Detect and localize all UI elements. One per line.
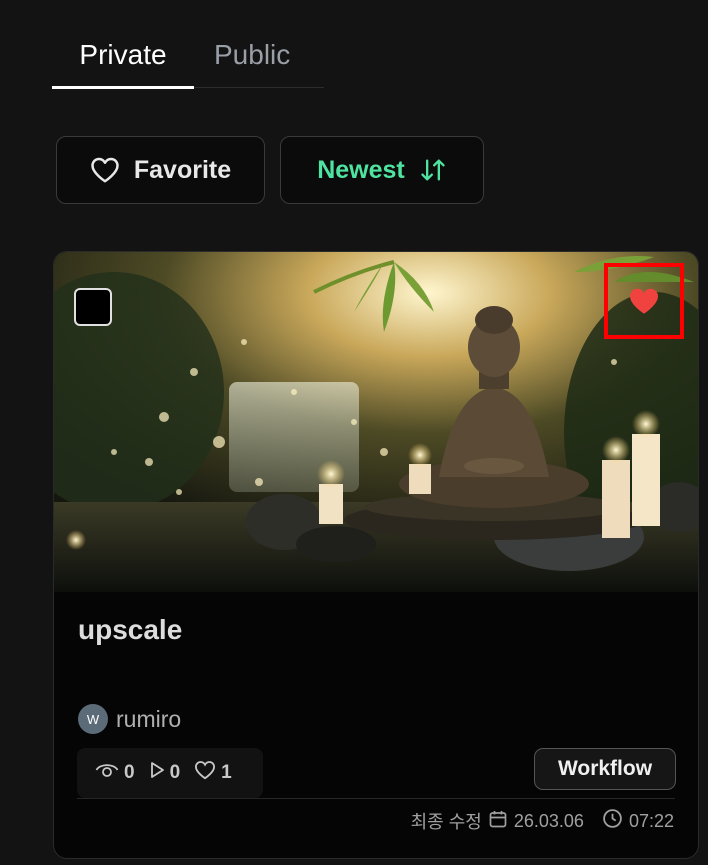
likes-stat: 1 [194,760,232,786]
sort-newest-button[interactable]: Newest [280,136,484,204]
sort-label: Newest [317,155,405,184]
sort-arrows-icon [419,156,447,184]
updated-label: 최종 수정 [410,812,482,832]
favorite-filter-label: Favorite [133,155,232,184]
tab-bar: Private Public [52,22,324,89]
author-link[interactable]: W rumiro [78,704,181,734]
card-thumbnail [54,252,698,592]
heart-filled-icon [628,286,660,316]
avatar: W [78,704,108,734]
updated-time: 07:22 [628,810,674,831]
updated-date: 26.03.06 [513,810,584,831]
author-name: rumiro [116,705,182,732]
divider [77,798,675,799]
eye-icon [95,760,119,786]
tab-public[interactable]: Public [214,22,290,88]
select-checkbox[interactable] [74,288,112,326]
heart-outline-icon [194,760,216,786]
workflow-badge[interactable]: Workflow [534,748,676,790]
views-count: 0 [124,762,135,783]
clock-icon [602,808,623,834]
likes-count: 1 [221,762,232,783]
runs-count: 0 [169,762,181,783]
workflow-card[interactable]: upscale W rumiro 0 0 1 Workflow 최종 수정 26… [53,251,699,859]
views-stat: 0 [95,760,135,786]
favorite-filter-button[interactable]: Favorite [56,136,265,204]
heart-outline-icon [90,156,120,184]
updated-meta: 최종 수정 26.03.06 07:22 [411,808,674,834]
play-icon [149,761,165,785]
calendar-icon [488,809,508,834]
runs-stat: 0 [149,761,181,785]
favorite-toggle-button[interactable] [604,263,684,339]
tab-private[interactable]: Private [52,22,194,89]
card-stats: 0 0 1 [77,748,263,798]
card-title[interactable]: upscale [78,614,182,646]
